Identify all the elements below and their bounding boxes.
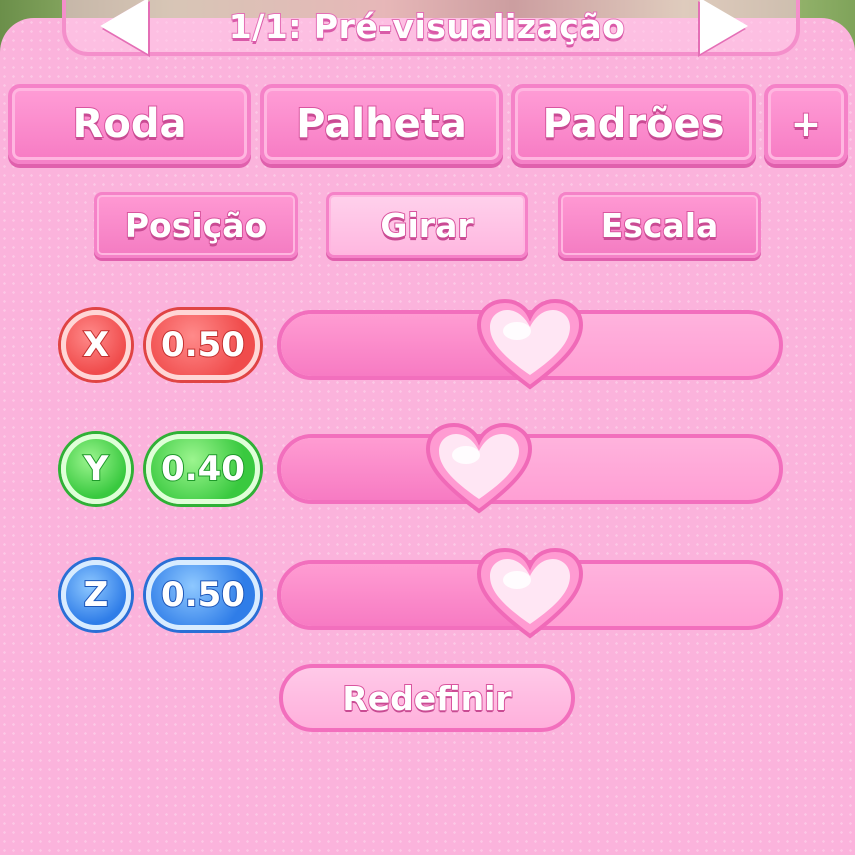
heart-icon[interactable] [424, 421, 534, 517]
subtab-label: Girar [379, 205, 474, 246]
z-value: 0.50 [146, 560, 260, 630]
y-value: 0.40 [146, 434, 260, 504]
tab-padroes[interactable]: Padrões [511, 84, 756, 164]
tab-roda[interactable]: Roda [8, 84, 251, 164]
reset-label: Redefinir [341, 678, 512, 719]
page-title: 1/1: Pré-visualização [228, 6, 626, 47]
subtab-girar[interactable]: Girar [326, 192, 528, 258]
subtab-label: Posição [124, 205, 268, 246]
subtab-posicao[interactable]: Posição [94, 192, 298, 258]
arrow-right-icon[interactable] [700, 0, 748, 54]
x-value: 0.50 [146, 310, 260, 380]
tab-label: Roda [72, 100, 188, 148]
subtab-escala[interactable]: Escala [558, 192, 761, 258]
tab-palheta[interactable]: Palheta [260, 84, 503, 164]
subtab-label: Escala [600, 205, 720, 246]
tab-label: Padrões [541, 100, 725, 148]
plus-icon: + [790, 103, 822, 146]
y-axis-badge: Y [61, 434, 131, 504]
x-axis-badge: X [61, 310, 131, 380]
heart-icon[interactable] [475, 297, 585, 393]
tab-more[interactable]: + [764, 84, 848, 164]
z-axis-badge: Z [61, 560, 131, 630]
arrow-left-icon[interactable] [100, 0, 148, 54]
heart-icon[interactable] [475, 546, 585, 642]
reset-button[interactable]: Redefinir [279, 664, 575, 732]
preview-header: 1/1: Pré-visualização [62, 0, 800, 56]
tab-label: Palheta [295, 100, 468, 148]
